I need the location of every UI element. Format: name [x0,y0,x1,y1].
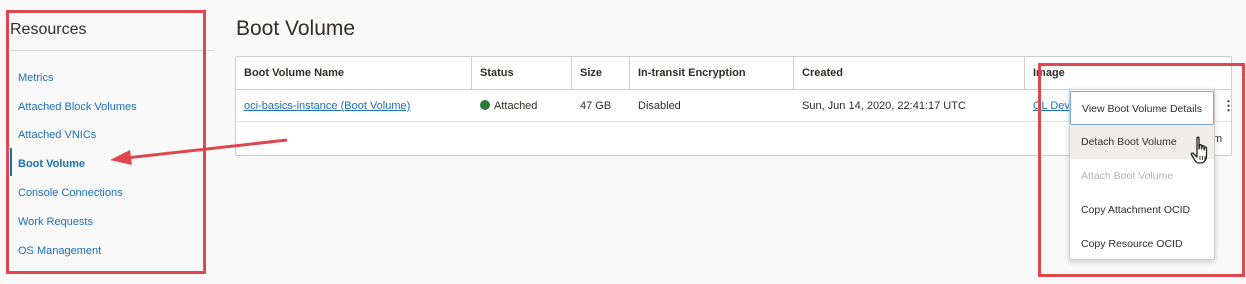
status-text: Attached [494,100,538,112]
annotation-box-menu [1038,63,1245,277]
column-header-status[interactable]: Status [472,57,572,90]
cell-created: Sun, Jun 14, 2020, 22:41:17 UTC [802,100,966,112]
cell-status: Attached [472,90,572,122]
column-header-size[interactable]: Size [572,57,630,90]
annotation-box-sidebar [6,10,206,274]
boot-volume-name-link[interactable]: oci-basics-instance (Boot Volume) [244,100,410,112]
column-header-name[interactable]: Boot Volume Name [236,57,472,90]
page-title: Boot Volume [236,17,356,40]
column-header-encryption[interactable]: In-transit Encryption [630,57,794,90]
page: Resources Metrics Attached Block Volumes… [0,0,1246,284]
cell-encryption: Disabled [638,100,681,112]
column-header-created[interactable]: Created [794,57,1025,90]
status-dot-icon [480,100,490,110]
cell-size: 47 GB [580,100,612,112]
cell-name: oci-basics-instance (Boot Volume) [236,90,472,122]
